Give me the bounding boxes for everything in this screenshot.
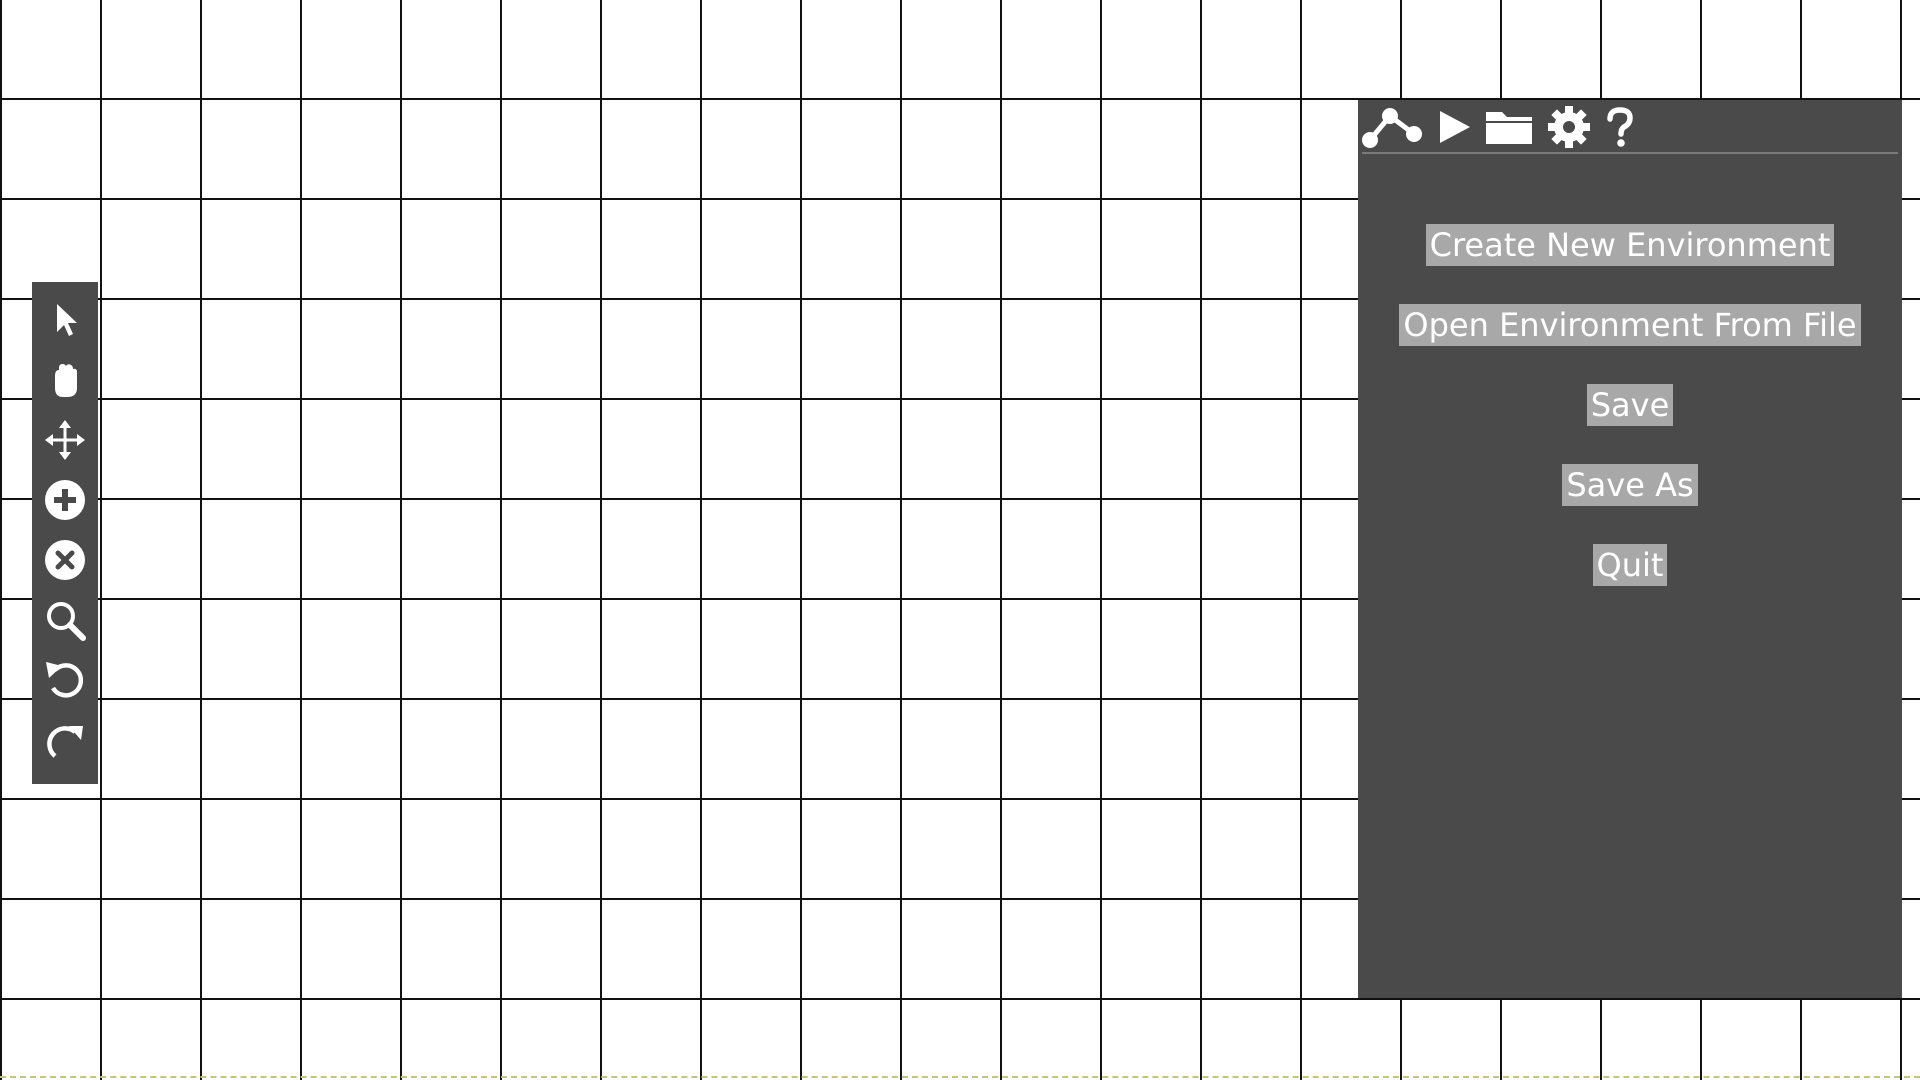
play-icon <box>1440 111 1470 143</box>
add-circle-icon <box>45 480 85 520</box>
move-tool-button[interactable] <box>37 410 93 470</box>
hand-icon <box>55 364 77 397</box>
canvas-bottom-boundary <box>0 1076 1920 1078</box>
zoom-tool-button[interactable] <box>37 590 93 650</box>
panel-tab-bar <box>1358 100 1902 154</box>
move-icon <box>45 420 85 460</box>
open-environment-button[interactable]: Open Environment From File <box>1399 304 1861 346</box>
undo-button[interactable] <box>37 650 93 710</box>
redo-button[interactable] <box>37 710 93 770</box>
tab-settings[interactable] <box>1544 100 1594 154</box>
redo-icon <box>47 726 83 758</box>
select-tool-button[interactable] <box>37 290 93 350</box>
gear-icon <box>1548 106 1590 148</box>
panel-divider <box>1362 152 1898 154</box>
tab-run[interactable] <box>1432 100 1476 154</box>
create-new-environment-button[interactable]: Create New Environment <box>1425 224 1835 266</box>
folder-icon <box>1486 112 1532 144</box>
save-as-button[interactable]: Save As <box>1562 464 1698 506</box>
tab-graph[interactable] <box>1360 100 1426 154</box>
remove-circle-icon <box>45 540 85 580</box>
delete-tool-button[interactable] <box>37 530 93 590</box>
save-button[interactable]: Save <box>1586 384 1674 426</box>
undo-icon <box>46 662 84 698</box>
zoom-icon <box>47 602 86 641</box>
tool-palette <box>32 282 98 784</box>
quit-button[interactable]: Quit <box>1592 544 1668 586</box>
graph-icon <box>1362 108 1422 148</box>
help-icon <box>1607 107 1633 147</box>
add-node-tool-button[interactable] <box>37 470 93 530</box>
file-menu: Create New Environment Open Environment … <box>1358 224 1902 624</box>
tab-help[interactable] <box>1600 100 1640 154</box>
side-panel: Create New Environment Open Environment … <box>1358 100 1902 998</box>
pan-tool-button[interactable] <box>37 350 93 410</box>
pointer-icon <box>57 304 77 336</box>
tab-file[interactable] <box>1482 100 1538 154</box>
